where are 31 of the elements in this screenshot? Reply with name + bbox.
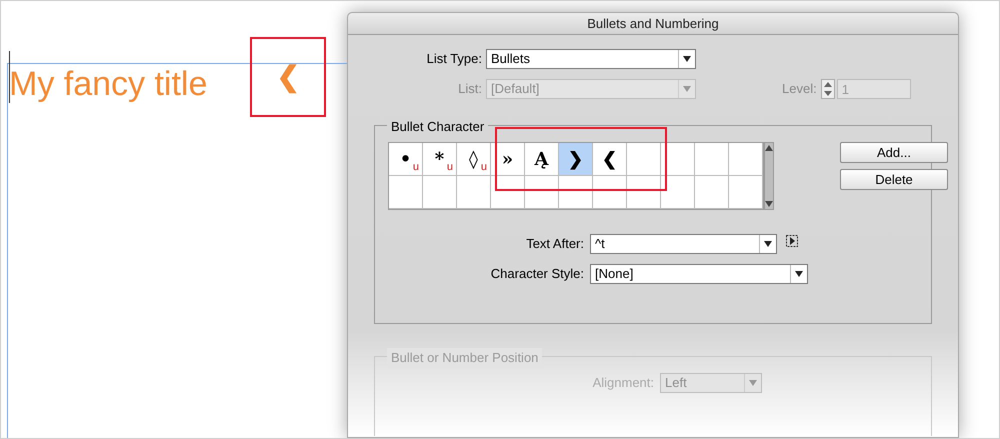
field-label: List: <box>457 80 483 98</box>
field-label: Character Style: <box>490 265 585 284</box>
dropdown-caret-icon <box>764 241 772 247</box>
insert-special-icon[interactable] <box>786 235 798 247</box>
stepper-icon[interactable] <box>820 79 835 99</box>
scrollbar[interactable] <box>764 142 774 210</box>
document-title: My fancy title <box>9 64 208 105</box>
dropdown-caret-icon <box>683 56 691 62</box>
bullet-glyph: ❮ <box>276 60 300 96</box>
character-style-dropdown[interactable]: [None] <box>590 264 808 284</box>
dropdown-caret-icon <box>795 271 803 277</box>
dropdown-caret-icon <box>683 86 691 92</box>
field-label: Alignment: <box>592 374 655 392</box>
field-label: List Type: <box>426 50 483 68</box>
bullet-cell[interactable]: ❮ <box>593 143 627 176</box>
unicode-marker: u <box>480 160 487 174</box>
scroll-up-icon[interactable] <box>765 145 773 151</box>
list-type-dropdown[interactable]: Bullets <box>486 49 696 69</box>
field-label: Text After: <box>525 235 585 254</box>
bullet-cell[interactable]: Ą <box>525 143 559 176</box>
text-after-dropdown[interactable]: ^t <box>590 234 777 254</box>
field-label: Level: <box>782 80 818 98</box>
dialog-title: Bullets and Numbering <box>587 14 719 33</box>
scroll-down-icon[interactable] <box>765 201 773 207</box>
unicode-marker: u <box>412 160 419 174</box>
bullet-cell[interactable]: ❯ <box>559 143 593 176</box>
bullet-cell[interactable]: » <box>491 143 525 176</box>
dropdown-caret-icon <box>749 380 757 386</box>
unicode-marker: u <box>446 160 453 174</box>
dialog-button[interactable]: Delete <box>840 169 948 190</box>
dialog-button[interactable]: Add... <box>840 142 948 163</box>
